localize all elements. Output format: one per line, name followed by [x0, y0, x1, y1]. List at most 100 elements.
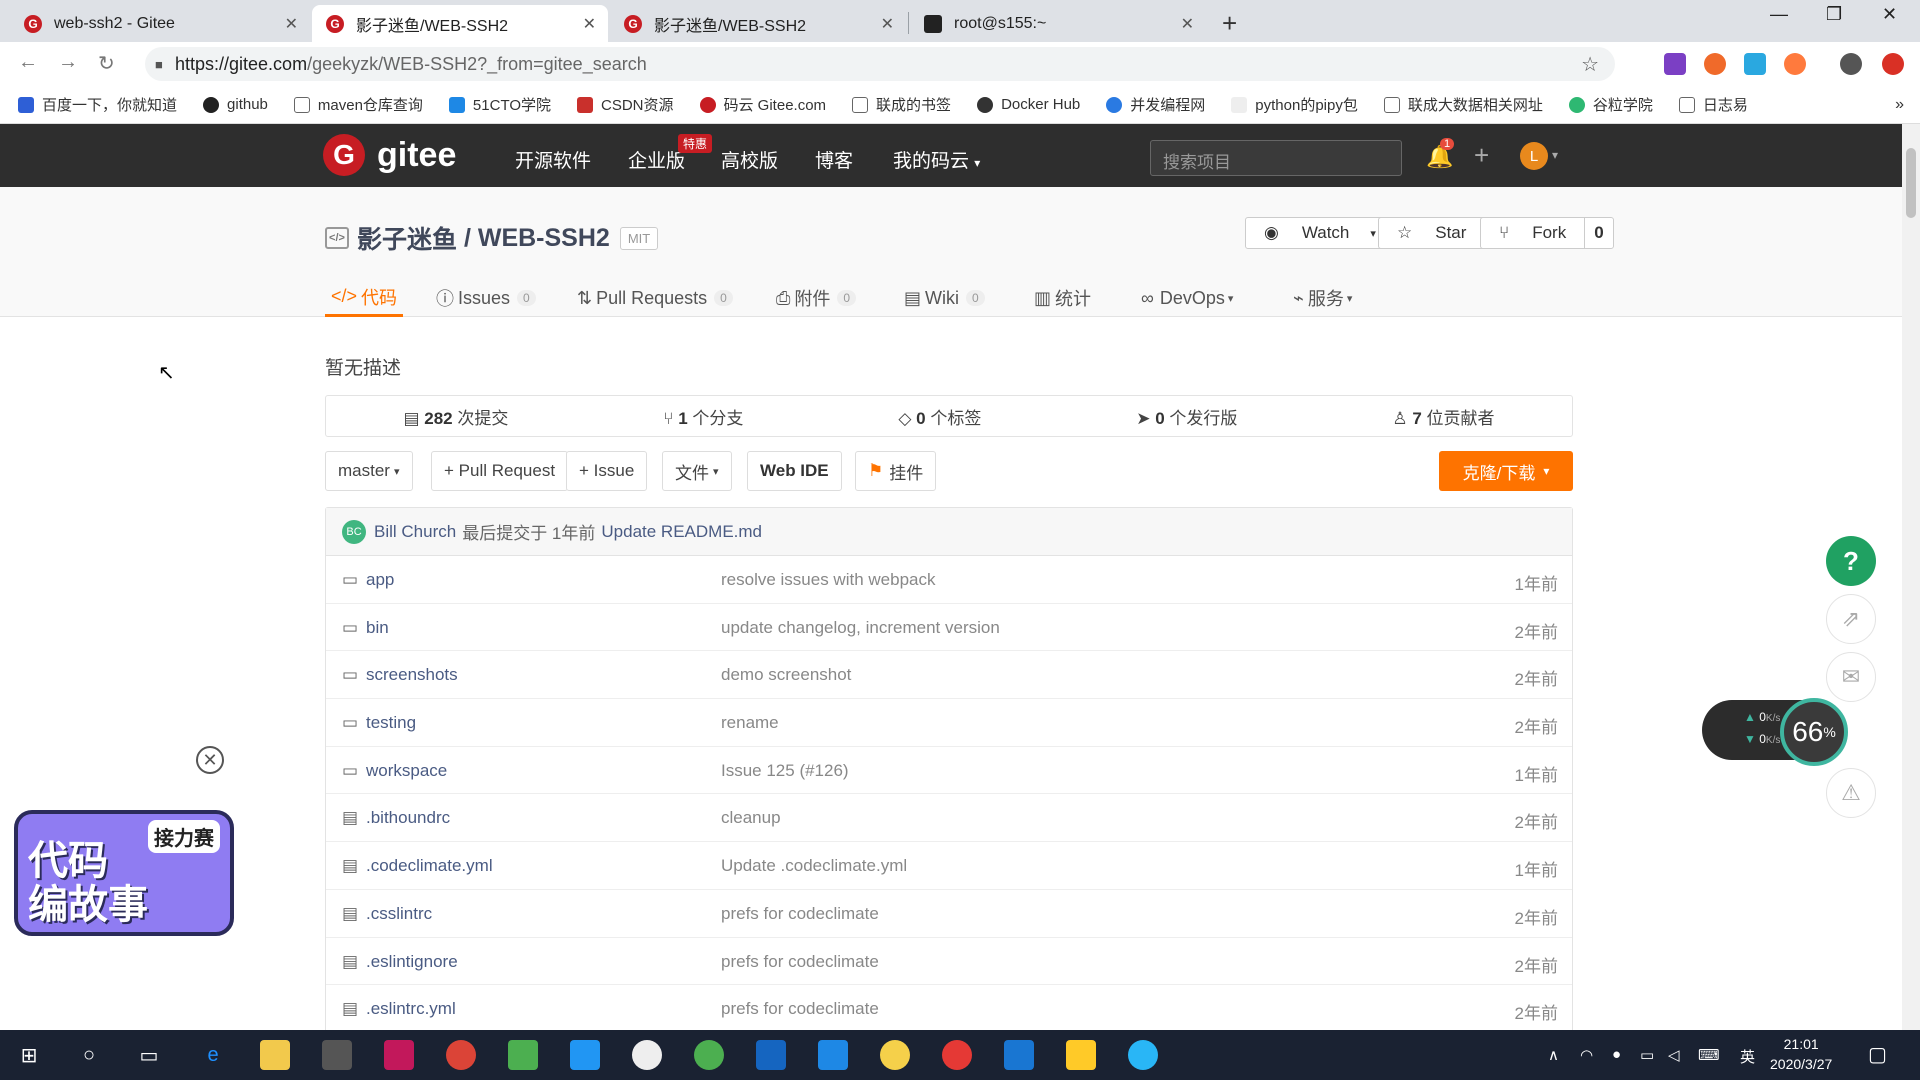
commit-message[interactable]: Update README.md: [601, 522, 762, 542]
repo-owner[interactable]: 影子迷鱼: [357, 220, 457, 256]
browser-tab[interactable]: root@s155:~ ✕: [910, 5, 1206, 42]
file-name[interactable]: .csslintrc: [366, 904, 432, 924]
browser-tab[interactable]: G web-ssh2 - Gitee ✕: [10, 5, 310, 42]
windows-start-icon[interactable]: ⊞: [14, 1040, 44, 1070]
mail-icon[interactable]: ✉: [1826, 652, 1876, 702]
file-row[interactable]: ▤ .csslintrc prefs for codeclimate 2年前: [326, 890, 1572, 938]
file-commit-message[interactable]: Update .codeclimate.yml: [721, 856, 907, 876]
file-row[interactable]: ▭ workspace Issue 125 (#126) 1年前: [326, 747, 1572, 795]
scrollbar-thumb[interactable]: [1906, 148, 1916, 218]
keyboard-icon[interactable]: ⌨: [1698, 1046, 1720, 1064]
help-button[interactable]: ?: [1826, 536, 1876, 586]
file-name[interactable]: .eslintrc.yml: [366, 999, 456, 1019]
file-row[interactable]: ▤ .codeclimate.yml Update .codeclimate.yml…: [326, 842, 1572, 890]
caret-down-icon[interactable]: ▾: [1552, 148, 1558, 162]
restore-icon[interactable]: ❐: [1826, 4, 1842, 25]
app-icon[interactable]: [880, 1040, 910, 1070]
warning-icon[interactable]: ⚠: [1826, 768, 1876, 818]
file-name[interactable]: workspace: [366, 761, 447, 781]
close-tab-icon[interactable]: ✕: [285, 14, 298, 34]
file-row[interactable]: ▭ bin update changelog, increment version 2…: [326, 604, 1572, 652]
tab-issues[interactable]: ⓘ Issues 0: [436, 279, 536, 317]
file-commit-message[interactable]: prefs for codeclimate: [721, 904, 879, 924]
file-commit-message[interactable]: rename: [721, 713, 779, 733]
system-clock[interactable]: 21:01 2020/3/27: [1770, 1034, 1832, 1074]
nav-enterprise[interactable]: 企业版: [628, 146, 685, 173]
releases-stat[interactable]: ➤ 0 个发行版: [1136, 404, 1237, 429]
tab-attachments[interactable]: ⎙ 附件 0: [776, 279, 857, 317]
close-window-icon[interactable]: ✕: [1882, 4, 1897, 25]
share-icon[interactable]: ⇗: [1826, 594, 1876, 644]
nav-education[interactable]: 高校版: [721, 146, 778, 173]
file-explorer-icon[interactable]: [260, 1040, 290, 1070]
new-pull-request-button[interactable]: + Pull Request: [431, 451, 569, 491]
nav-open-source[interactable]: 开源软件: [515, 146, 591, 173]
branch-select[interactable]: master ▾: [325, 451, 413, 491]
file-row[interactable]: ▭ app resolve issues with webpack 1年前: [326, 556, 1572, 604]
file-name[interactable]: bin: [366, 618, 389, 638]
new-tab-icon[interactable]: +: [1222, 8, 1237, 39]
bookmark-item[interactable]: 码云 Gitee.com: [699, 94, 826, 115]
tab-code[interactable]: </> 代码: [325, 279, 404, 317]
close-tab-icon[interactable]: ✕: [881, 14, 894, 34]
tab-stats[interactable]: ▥ 统计: [1034, 279, 1091, 317]
close-tab-icon[interactable]: ✕: [583, 14, 596, 34]
extension-icon[interactable]: [1664, 53, 1686, 75]
back-icon[interactable]: ←: [18, 51, 38, 74]
contributors-stat[interactable]: ♙ 7 位贡献者: [1392, 404, 1494, 429]
cpu-usage-gauge[interactable]: 66%: [1780, 698, 1848, 766]
web-ide-button[interactable]: Web IDE: [747, 451, 842, 491]
tab-devops[interactable]: ∞ DevOps ▾: [1141, 279, 1233, 317]
file-commit-message[interactable]: resolve issues with webpack: [721, 570, 935, 590]
task-view-icon[interactable]: ▭: [134, 1040, 164, 1070]
fork-button[interactable]: ⑂ Fork 0: [1480, 217, 1614, 249]
volume-icon[interactable]: ◁: [1668, 1046, 1680, 1064]
extension-icon[interactable]: [1744, 53, 1766, 75]
forward-icon[interactable]: →: [58, 51, 78, 74]
profile-icon[interactable]: [1840, 53, 1862, 75]
close-ad-icon[interactable]: ✕: [196, 746, 224, 774]
minimize-icon[interactable]: —: [1770, 4, 1788, 25]
browser-tab-active[interactable]: G 影子迷鱼/WEB-SSH2 ✕: [312, 5, 608, 42]
bookmark-item[interactable]: 并发编程网: [1106, 94, 1205, 115]
wechat-icon[interactable]: [694, 1040, 724, 1070]
nav-my-gitee[interactable]: 我的码云 ▾: [893, 146, 980, 173]
bookmark-item[interactable]: 联成大数据相关网址: [1383, 94, 1543, 115]
file-row[interactable]: ▭ screenshots demo screenshot 2年前: [326, 651, 1572, 700]
file-row[interactable]: ▤ .bithoundrc cleanup 2年前: [326, 794, 1572, 843]
search-icon[interactable]: ○: [74, 1040, 104, 1070]
promo-banner[interactable]: 代码 编故事 接力赛: [14, 810, 234, 936]
file-commit-message[interactable]: update changelog, increment version: [721, 618, 1000, 638]
branches-stat[interactable]: ⑂ 1 个分支: [663, 404, 743, 429]
reload-icon[interactable]: ↻: [98, 51, 115, 76]
notification-center-icon[interactable]: ▢: [1868, 1042, 1887, 1067]
bookmark-item[interactable]: 日志易: [1678, 94, 1748, 115]
edge-icon[interactable]: e: [198, 1040, 228, 1070]
file-commit-message[interactable]: demo screenshot: [721, 665, 851, 685]
tray-app-icon[interactable]: ●: [1612, 1046, 1621, 1063]
commits-stat[interactable]: ▤ 282 次提交: [403, 404, 508, 429]
license-badge[interactable]: MIT: [619, 226, 659, 250]
more-bookmarks-icon[interactable]: »: [1895, 96, 1904, 114]
intellij-icon[interactable]: [384, 1040, 414, 1070]
nav-blog[interactable]: 博客: [815, 146, 853, 173]
bookmark-star-icon[interactable]: ☆: [1581, 52, 1599, 77]
bookmark-item[interactable]: CSDN资源: [577, 94, 674, 115]
file-commit-message[interactable]: prefs for codeclimate: [721, 999, 879, 1019]
extension-icon[interactable]: [1784, 53, 1806, 75]
file-commit-message[interactable]: prefs for codeclimate: [721, 952, 879, 972]
file-row[interactable]: ▭ testing rename 2年前: [326, 699, 1572, 747]
app-icon[interactable]: [1128, 1040, 1158, 1070]
file-name[interactable]: .bithoundrc: [366, 808, 450, 828]
file-commit-message[interactable]: cleanup: [721, 808, 781, 828]
close-tab-icon[interactable]: ✕: [1181, 14, 1194, 34]
app-icon[interactable]: [818, 1040, 848, 1070]
avatar[interactable]: BC: [342, 519, 366, 544]
file-name[interactable]: screenshots: [366, 665, 458, 685]
update-menu-icon[interactable]: [1882, 53, 1904, 75]
file-name[interactable]: .codeclimate.yml: [366, 856, 493, 876]
project-search-input[interactable]: 搜索项目: [1150, 140, 1402, 176]
new-issue-button[interactable]: + Issue: [566, 451, 648, 491]
bookmark-item[interactable]: maven仓库查询: [293, 94, 423, 115]
battery-icon[interactable]: ▭: [1640, 1046, 1654, 1064]
